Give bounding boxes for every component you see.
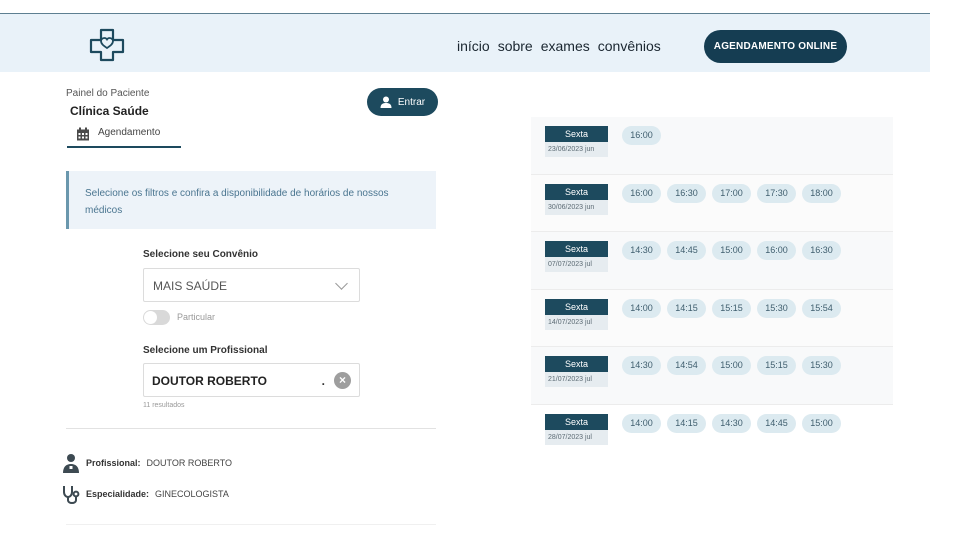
time-slot[interactable]: 14:45 [757, 413, 796, 433]
user-icon [380, 96, 392, 108]
profissional-detail: DOUTOR ROBERTO [146, 458, 233, 468]
time-slot[interactable]: 14:30 [712, 413, 751, 433]
login-button[interactable]: Entrar [367, 88, 438, 116]
chevron-down-icon [335, 277, 348, 290]
time-slot[interactable]: 16:00 [622, 183, 661, 203]
particular-toggle[interactable] [143, 310, 170, 325]
day-badge: Sexta [545, 241, 608, 257]
nav-sobre[interactable]: sobre [498, 38, 533, 54]
time-slot[interactable]: 16:30 [667, 183, 706, 203]
day-badge: Sexta [545, 298, 608, 315]
detail-especialidade: Especialidade: GINECOLOGISTA [62, 484, 229, 504]
time-slot[interactable]: 17:00 [712, 183, 751, 203]
time-slot[interactable]: 15:30 [757, 298, 796, 318]
time-slot[interactable]: 17:30 [757, 183, 796, 203]
day-date: 23/06/2023 jun [545, 142, 608, 157]
day-date: 14/07/2023 jul [545, 314, 608, 330]
time-slot[interactable]: 14:00 [622, 413, 661, 433]
divider [66, 428, 436, 429]
schedule-row: Sexta 14/07/2023 jul 14:00 14:15 15:15 1… [531, 289, 893, 347]
tab-agendamento[interactable]: Agendamento [67, 127, 181, 148]
time-slot[interactable]: 15:15 [757, 356, 796, 375]
especialidade-key: Especialidade: [86, 489, 150, 499]
particular-label: Particular [177, 312, 216, 322]
calendar-icon [77, 127, 89, 141]
nav-convenios[interactable]: convênios [598, 38, 661, 54]
profissional-label: Selecione um Profissional [143, 345, 268, 356]
online-booking-button[interactable]: AGENDAMENTO ONLINE [704, 30, 847, 63]
clear-icon[interactable]: × [334, 372, 351, 389]
day-date: 21/07/2023 jul [545, 372, 608, 387]
stethoscope-icon [63, 486, 80, 504]
time-slot[interactable]: 14:54 [667, 356, 706, 375]
detail-profissional: Profissional: DOUTOR ROBERTO [62, 453, 232, 473]
convenio-value: MAIS SAÚDE [153, 279, 228, 293]
bottom-divider [66, 524, 436, 525]
day-date: 07/07/2023 jul [545, 257, 608, 272]
header-bar: início sobre exames convênios AGENDAMENT… [0, 14, 930, 72]
time-slot[interactable]: 16:00 [622, 126, 661, 145]
profissional-input[interactable]: DOUTOR ROBERTO . × [143, 363, 360, 397]
day-badge: Sexta [545, 183, 608, 200]
tab-label: Agendamento [98, 127, 161, 138]
time-slot[interactable]: 16:30 [802, 241, 841, 260]
schedule-row: Sexta 28/07/2023 jul 14:00 14:15 14:30 1… [531, 404, 893, 462]
time-slot[interactable]: 15:00 [712, 356, 751, 375]
time-slot[interactable]: 15:30 [802, 356, 841, 375]
convenio-select[interactable]: MAIS SAÚDE [143, 268, 360, 302]
time-slot[interactable]: 14:30 [622, 241, 661, 260]
time-slot[interactable]: 15:00 [712, 241, 751, 260]
schedule-row: Sexta 23/06/2023 jun 16:00 [531, 117, 893, 175]
time-slot[interactable]: 18:00 [802, 183, 841, 203]
time-slot[interactable]: 16:00 [757, 241, 796, 260]
schedule-row: Sexta 07/07/2023 jul 14:30 14:45 15:00 1… [531, 232, 893, 290]
nav-inicio[interactable]: início [457, 38, 490, 54]
time-slot[interactable]: 14:00 [622, 298, 661, 318]
input-dot: . [321, 374, 325, 388]
doctor-icon [63, 454, 79, 473]
heart-cross-logo-icon[interactable] [87, 28, 127, 62]
time-slot[interactable]: 14:45 [667, 241, 706, 260]
especialidade-detail: GINECOLOGISTA [155, 489, 229, 499]
results-count: 11 resultados [143, 402, 185, 409]
day-badge: Sexta [545, 356, 608, 372]
time-slot[interactable]: 15:54 [802, 298, 841, 318]
day-date: 30/06/2023 jun [545, 199, 608, 215]
main-nav: início sobre exames convênios [457, 38, 661, 54]
day-badge: Sexta [545, 413, 608, 430]
nav-exames[interactable]: exames [541, 38, 590, 54]
info-message: Selecione os filtros e confira a disponi… [66, 171, 436, 229]
day-date: 28/07/2023 jul [545, 429, 608, 445]
login-label: Entrar [397, 96, 426, 108]
panel-subtitle: Painel do Paciente [66, 88, 150, 99]
time-slot[interactable]: 14:15 [667, 298, 706, 318]
profissional-value: DOUTOR ROBERTO [152, 374, 267, 388]
schedule-row: Sexta 30/06/2023 jun 16:00 16:30 17:00 1… [531, 174, 893, 232]
time-slot[interactable]: 14:30 [622, 356, 661, 375]
time-slot[interactable]: 14:15 [667, 413, 706, 433]
schedule-list: Sexta 23/06/2023 jun 16:00 Sexta 30/06/2… [531, 117, 893, 462]
time-slot[interactable]: 15:00 [802, 413, 841, 433]
schedule-row: Sexta 21/07/2023 jul 14:30 14:54 15:00 1… [531, 347, 893, 405]
clinic-name: Clínica Saúde [70, 104, 149, 118]
convenio-label: Selecione seu Convênio [143, 249, 259, 260]
profissional-key: Profissional: [86, 458, 141, 468]
time-slot[interactable]: 15:15 [712, 298, 751, 318]
day-badge: Sexta [545, 126, 608, 142]
